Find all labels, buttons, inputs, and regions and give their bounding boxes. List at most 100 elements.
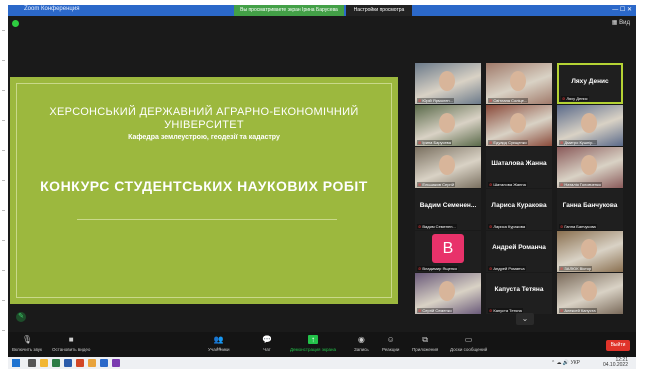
department-subtitle: Кафедра землеустрою, геодезії та кадастр… — [128, 134, 280, 141]
participant-tile[interactable]: ⊘Наталія Головченко — [557, 147, 623, 188]
powerpoint-icon[interactable] — [76, 359, 84, 367]
chat-bubble-icon: 💬 — [262, 335, 272, 344]
chat-button[interactable]: 💬 Чат — [262, 335, 272, 352]
record-label: Запись — [354, 347, 369, 352]
stop-video-label: Остановить видео — [52, 347, 91, 352]
participant-name: Владимир Ященко — [422, 266, 458, 271]
window-controls[interactable]: — ☐ ✕ — [612, 6, 632, 13]
participant-name: Андрей Романча — [493, 266, 525, 271]
participant-name-tag: ⊘Світлана Соліце... — [488, 98, 529, 103]
participant-name-tag: ⊘Едуард Суєщенко — [488, 140, 528, 145]
reactions-button[interactable]: ☺ Реакции — [382, 335, 399, 352]
participant-tile[interactable]: ⊘Дмитро Кушнір... — [557, 105, 623, 146]
record-button[interactable]: ◉ Запись — [354, 335, 369, 352]
viber-icon[interactable] — [112, 359, 120, 367]
unmute-button[interactable]: 🎙 Включить звук — [12, 335, 42, 352]
muted-mic-icon: ⊘ — [560, 266, 564, 271]
reactions-label: Реакции — [382, 347, 400, 352]
contest-heading: КОНКУРС СТУДЕНТСЬКИХ НАУКОВИХ РОБІТ — [40, 178, 368, 194]
muted-mic-icon: ⊘ — [562, 96, 566, 101]
participant-name-tag: ⊘Андрей Романча — [488, 266, 526, 271]
excel-icon[interactable] — [52, 359, 60, 367]
muted-mic-icon: ⊘ — [489, 308, 493, 313]
gallery-next-page-chevron-down-icon[interactable]: ⌄ — [516, 313, 534, 325]
whiteboard-button[interactable]: ▭ Доски сообщений — [450, 335, 487, 352]
file-explorer-icon[interactable] — [40, 359, 48, 367]
participant-tile[interactable]: Лариса Куракова ⊘Лариса Куракова — [486, 189, 552, 230]
participant-tile[interactable]: ⊘Едуард Суєщенко — [486, 105, 552, 146]
participant-tile[interactable]: Шаталова Жанна ⊘Шаталова Жанна — [486, 147, 552, 188]
muted-mic-icon: ⊘ — [489, 266, 493, 271]
chrome-icon[interactable] — [88, 359, 96, 367]
muted-mic-icon: ⊘ — [418, 98, 422, 103]
participants-icon: 👥19 — [213, 335, 224, 351]
view-button[interactable]: ▦ Вид — [612, 19, 630, 26]
participant-name: Вадим Семенен... — [422, 224, 456, 229]
participant-face — [581, 155, 597, 175]
record-icon: ◉ — [357, 335, 365, 344]
participant-name-tag: ⊘Юрій Ярмолен... — [417, 98, 454, 103]
participant-name-tag: ⊘Сергій Семенко — [417, 308, 453, 313]
muted-mic-icon: ⊘ — [560, 140, 564, 145]
participant-tile[interactable]: ⊘Алексей Капуста — [557, 273, 623, 314]
participant-face — [439, 155, 455, 175]
participant-tile[interactable]: ⊘Юрій Ярмолен... — [415, 63, 481, 104]
view-settings-button[interactable]: Настройки просмотра — [346, 5, 412, 16]
participant-name: Дмитро Кушнір... — [564, 140, 596, 145]
participant-tile[interactable]: Ляху Денис ⊘Ляху Денис — [557, 63, 623, 104]
leave-meeting-button[interactable]: Выйти — [606, 340, 630, 351]
participant-tile[interactable]: Вадим Семенен... ⊘Вадим Семенен... — [415, 189, 481, 230]
participant-tile[interactable]: ⊘Світлана Соліце... — [486, 63, 552, 104]
security-shield-icon[interactable] — [12, 20, 19, 27]
zoom-app-icon[interactable] — [100, 359, 108, 367]
zoom-window: Zoom Конференция Вы просматриваете экран… — [8, 5, 636, 357]
participant-display-name: Лариса Куракова — [491, 202, 547, 209]
participant-tile[interactable]: Андрей Романча ⊘Андрей Романча — [486, 231, 552, 272]
smile-icon: ☺ — [386, 335, 395, 344]
muted-mic-icon: ⊘ — [489, 140, 493, 145]
screen-share-banner: Вы просматриваете экран Ірина Барусева — [234, 5, 344, 16]
slide-frame: ХЕРСОНСЬКИЙ ДЕРЖАВНИЙ АГРАРНО-ЕКОНОМІЧНИ… — [16, 83, 392, 298]
language-indicator[interactable]: УКР — [571, 360, 580, 366]
participant-name: Світлана Соліце... — [493, 98, 528, 103]
participant-tile[interactable]: ⊘ЗАЛЮК Віктор — [557, 231, 623, 272]
clock[interactable]: 12:21 04.10.2022 — [603, 358, 628, 368]
participant-tile[interactable]: ⊘Ельшаков Сергій — [415, 147, 481, 188]
chat-label: Чат — [263, 347, 271, 352]
shared-slide: ХЕРСОНСЬКИЙ ДЕРЖАВНИЙ АГРАРНО-ЕКОНОМІЧНИ… — [10, 77, 398, 304]
share-screen-button[interactable]: ↑ Демонстрация экрана — [290, 335, 336, 352]
whiteboard-label: Доски сообщений — [450, 347, 488, 352]
participant-name: Юрій Ярмолен... — [422, 98, 453, 103]
participant-name: Наталія Головченко — [564, 182, 602, 187]
scan-margin — [0, 0, 8, 369]
apps-button[interactable]: ⧉ Приложения — [412, 335, 438, 352]
meeting-toolbar: 🎙 Включить звук ■ Остановить видео 👥19 У… — [8, 332, 636, 357]
participant-name-tag: ⊘Шаталова Жанна — [488, 182, 527, 187]
participant-tile[interactable]: ⊘Ірина Барусева — [415, 105, 481, 146]
stop-video-button[interactable]: ■ Остановить видео — [52, 335, 90, 352]
participants-button[interactable]: 👥19 Участники — [208, 335, 230, 352]
participant-display-name: Андрей Романча — [492, 244, 546, 251]
windows-start-icon[interactable] — [12, 359, 20, 367]
participant-display-name: Ганна Банчукова — [562, 202, 618, 209]
participant-tile[interactable]: Капуста Тетяна ⊘Капуста Тетяна — [486, 273, 552, 314]
muted-microphone-icon: 🎙 — [22, 335, 33, 344]
participant-gallery: ⊘Юрій Ярмолен... ⊘Світлана Соліце... Ляху … — [415, 63, 625, 314]
participant-name-tag: ⊘Владимир Ященко — [417, 266, 459, 271]
view-label: Вид — [619, 20, 630, 26]
muted-mic-icon: ⊘ — [489, 182, 493, 187]
muted-mic-icon: ⊘ — [560, 182, 564, 187]
participant-tile[interactable]: Ганна Банчукова ⊘Ганна Банчукова — [557, 189, 623, 230]
participant-display-name: Капуста Тетяна — [494, 286, 544, 293]
participant-tile[interactable]: ⊘Сергій Семенко — [415, 273, 481, 314]
muted-mic-icon: ⊘ — [418, 224, 422, 229]
muted-mic-icon: ⊘ — [560, 224, 564, 229]
participant-face — [510, 71, 526, 91]
system-tray[interactable]: ⌃ ☁ 🔊 УКР — [551, 360, 580, 366]
word-icon[interactable] — [64, 359, 72, 367]
participant-tile[interactable]: B ⊘Владимир Ященко — [415, 231, 481, 272]
participant-name-tag: ⊘Ірина Барусева — [417, 140, 452, 145]
search-icon[interactable] — [28, 359, 36, 367]
annotate-pencil-icon[interactable]: ✎ — [16, 312, 26, 322]
participant-name: Едуард Суєщенко — [493, 140, 527, 145]
